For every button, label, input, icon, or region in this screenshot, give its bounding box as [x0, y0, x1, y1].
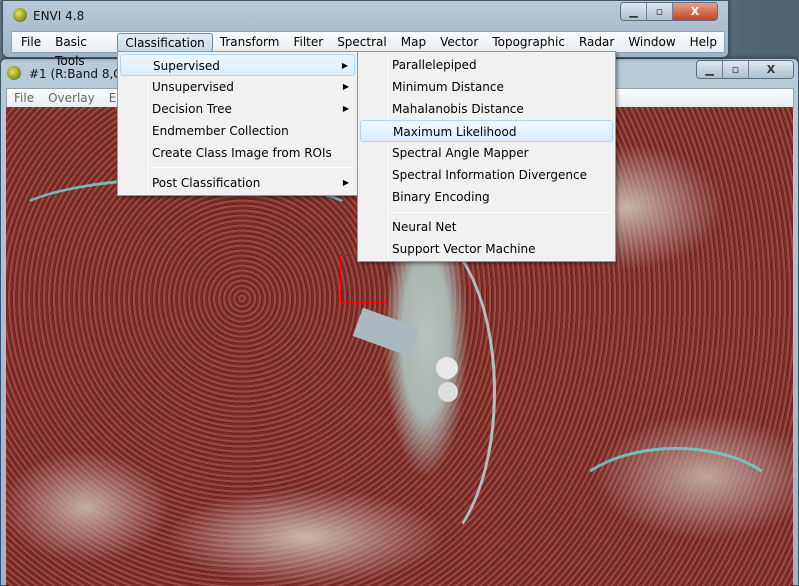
item-label: Supervised: [153, 59, 220, 73]
item-label: Post Classification: [152, 176, 261, 190]
road: [566, 447, 786, 567]
minimize-button[interactable]: ▁: [697, 61, 723, 78]
close-button[interactable]: X: [749, 61, 793, 78]
maximize-button[interactable]: ▫: [647, 3, 673, 20]
menu-item-post-classification[interactable]: Post Classification ▶: [120, 172, 355, 194]
image-menu-overlay[interactable]: Overlay: [41, 89, 102, 108]
classification-dropdown: Supervised ▶ Unsupervised ▶ Decision Tree ▶…: [117, 51, 358, 196]
item-label: Decision Tree: [152, 102, 232, 116]
storage-tank: [438, 382, 458, 402]
menu-help[interactable]: Help: [683, 33, 724, 52]
close-button[interactable]: X: [673, 3, 717, 20]
menu-radar[interactable]: Radar: [572, 33, 621, 52]
menu-topographic[interactable]: Topographic: [485, 33, 572, 52]
main-window-controls: ▁ ▫ X: [620, 2, 718, 21]
menu-item-decision-tree[interactable]: Decision Tree ▶: [120, 98, 355, 120]
menu-classification[interactable]: Classification: [117, 32, 213, 52]
submenu-arrow-icon: ▶: [342, 104, 349, 113]
menu-spectral[interactable]: Spectral: [330, 33, 394, 52]
submenu-arrow-icon: ▶: [342, 178, 349, 187]
envi-logo-icon: [7, 66, 21, 80]
main-menubar: File Basic Tools Classification Transfor…: [11, 31, 725, 68]
image-window-controls: ▁ ▫ X: [696, 60, 794, 79]
menu-item-binary-encoding[interactable]: Binary Encoding: [360, 186, 613, 208]
image-menu-file[interactable]: File: [7, 89, 41, 108]
menu-item-unsupervised[interactable]: Unsupervised ▶: [120, 76, 355, 98]
menu-filter[interactable]: Filter: [286, 33, 330, 52]
item-label: Create Class Image from ROIs: [152, 146, 332, 160]
menu-separator: [390, 212, 611, 213]
submenu-arrow-icon: ▶: [342, 82, 349, 91]
minimize-button[interactable]: ▁: [621, 3, 647, 20]
menu-item-mahalanobis-distance[interactable]: Mahalanobis Distance: [360, 98, 613, 120]
menu-item-support-vector-machine[interactable]: Support Vector Machine: [360, 238, 613, 260]
menu-item-maximum-likelihood[interactable]: Maximum Likelihood: [360, 120, 613, 142]
menu-map[interactable]: Map: [394, 33, 433, 52]
envi-main-window: ENVI 4.8 ▁ ▫ X File Basic Tools Classifi…: [2, 0, 729, 68]
main-window-title: ENVI 4.8: [33, 9, 85, 23]
menu-item-neural-net[interactable]: Neural Net: [360, 216, 613, 238]
menu-item-spectral-angle-mapper[interactable]: Spectral Angle Mapper: [360, 142, 613, 164]
menu-separator: [150, 167, 353, 168]
menu-item-minimum-distance[interactable]: Minimum Distance: [360, 76, 613, 98]
menu-vector[interactable]: Vector: [433, 33, 485, 52]
menu-window[interactable]: Window: [621, 33, 682, 52]
item-label: Endmember Collection: [152, 124, 289, 138]
item-label: Unsupervised: [152, 80, 234, 94]
submenu-arrow-icon: ▶: [341, 61, 348, 70]
envi-logo-icon: [13, 8, 27, 22]
menu-item-endmember-collection[interactable]: Endmember Collection: [120, 120, 355, 142]
menu-basic-tools[interactable]: Basic Tools: [48, 33, 117, 68]
supervised-submenu: Parallelepiped Minimum Distance Mahalano…: [357, 51, 616, 262]
storage-tank: [436, 357, 458, 379]
maximize-button[interactable]: ▫: [723, 61, 749, 78]
menu-item-create-class-image[interactable]: Create Class Image from ROIs: [120, 142, 355, 164]
menu-file[interactable]: File: [14, 33, 48, 52]
zoom-box[interactable]: [340, 255, 388, 303]
menu-item-spectral-information-divergence[interactable]: Spectral Information Divergence: [360, 164, 613, 186]
menu-item-parallelepiped[interactable]: Parallelepiped: [360, 54, 613, 76]
menu-transform[interactable]: Transform: [213, 33, 287, 52]
menu-item-supervised[interactable]: Supervised ▶: [120, 54, 355, 76]
